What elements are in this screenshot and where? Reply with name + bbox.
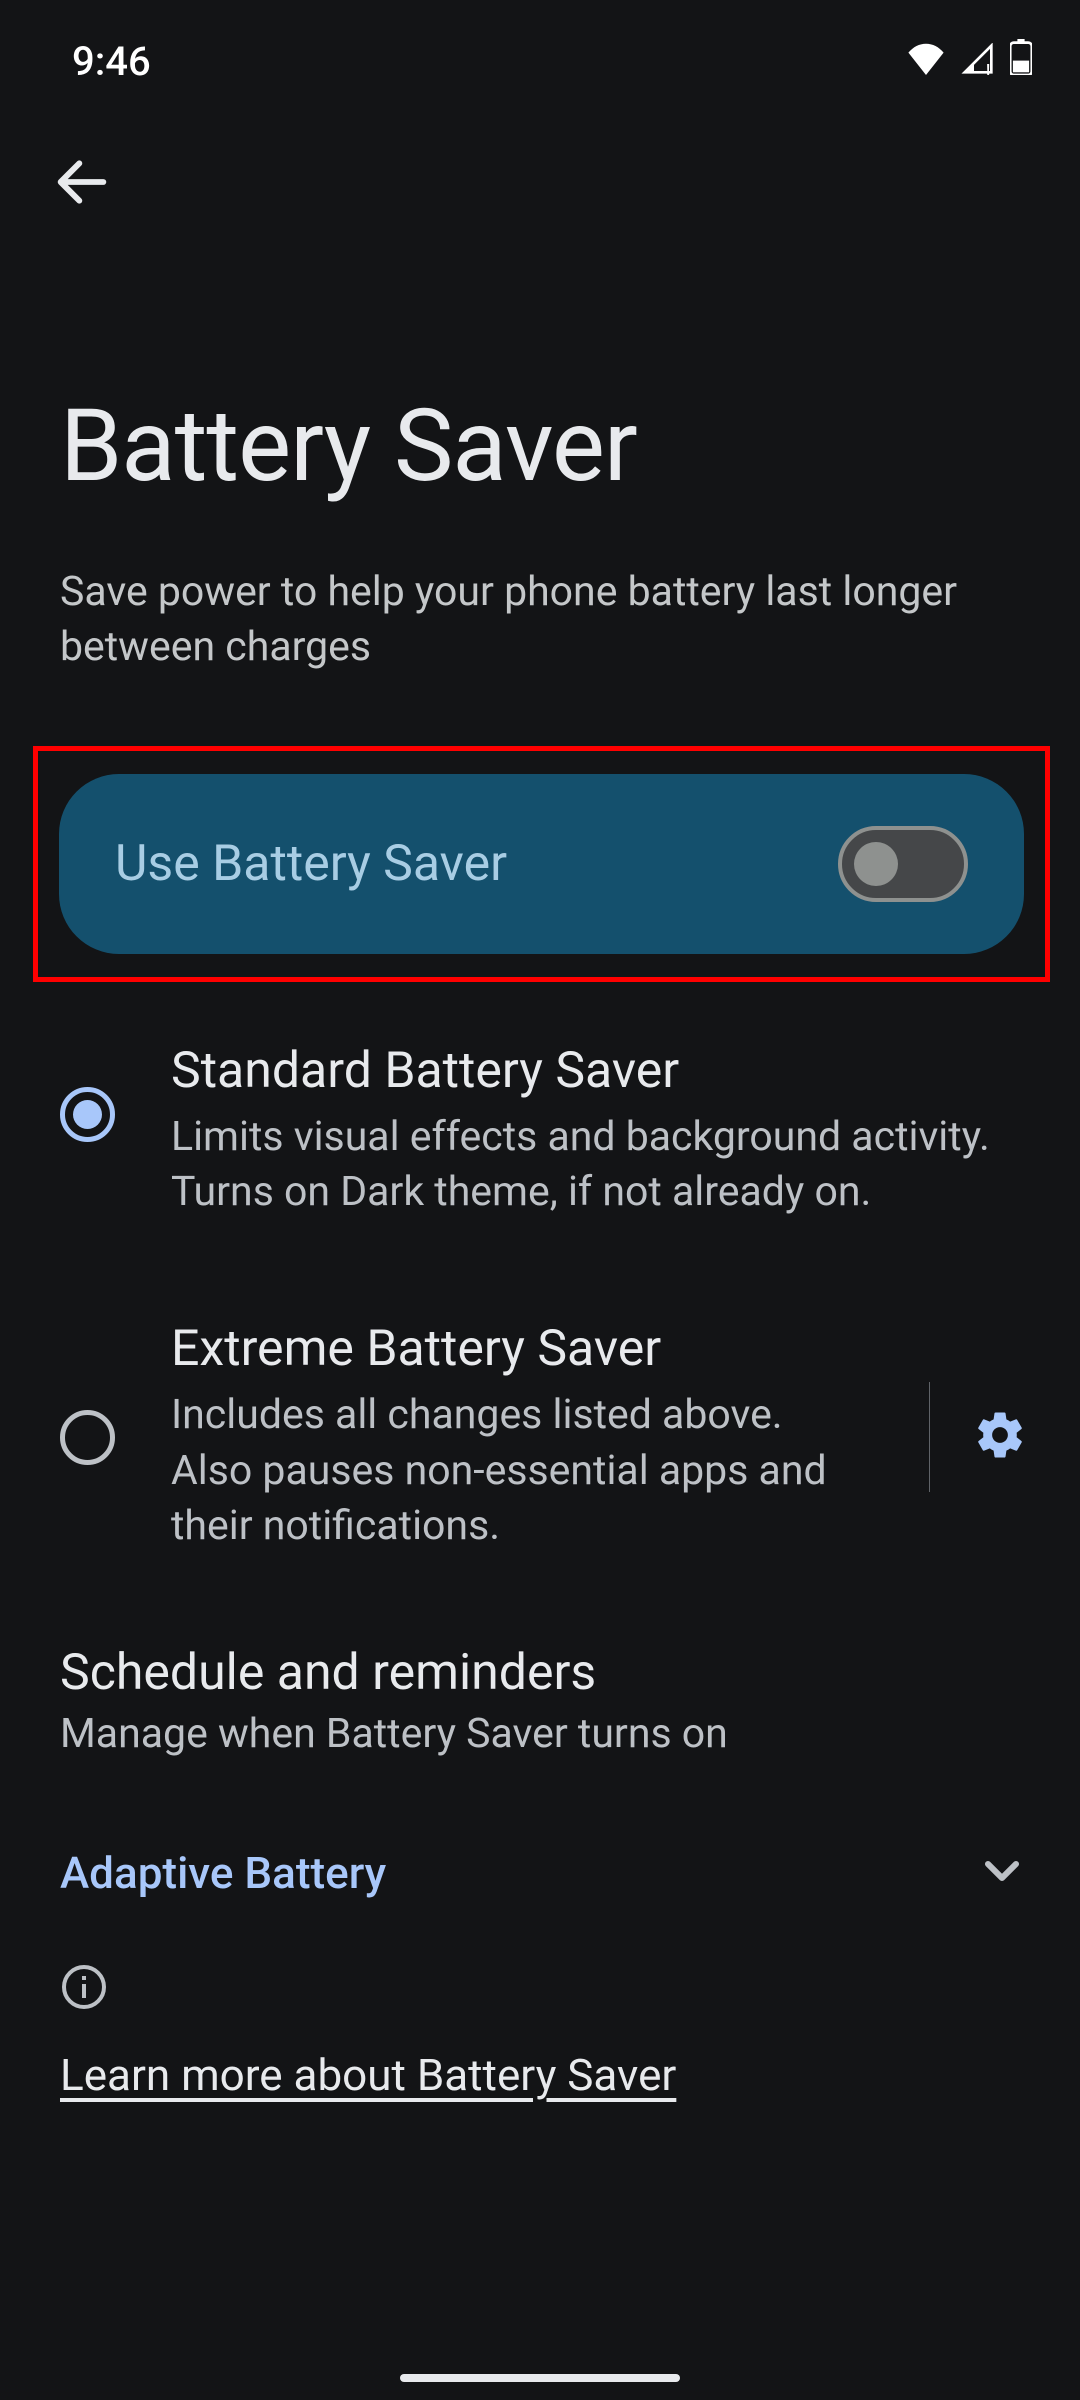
status-bar: 9:46 !	[0, 0, 1080, 100]
battery-icon	[1010, 38, 1032, 85]
info-section: Learn more about Battery Saver	[0, 1903, 1080, 2101]
nav-handle[interactable]	[400, 2374, 680, 2382]
status-icons: !	[906, 38, 1032, 85]
schedule-desc: Manage when Battery Saver turns on	[60, 1710, 1020, 1758]
chevron-down-icon	[974, 1843, 1030, 1903]
use-battery-saver-label: Use Battery Saver	[115, 835, 507, 893]
use-battery-saver-switch[interactable]	[838, 826, 968, 902]
info-icon	[60, 1963, 108, 2011]
wifi-icon	[906, 38, 946, 85]
back-icon[interactable]	[50, 199, 114, 218]
option-standard-row[interactable]: Standard Battery Saver Limits visual eff…	[0, 982, 1080, 1221]
gear-icon	[973, 1408, 1027, 1466]
page-title: Battery Saver	[0, 218, 1080, 505]
use-battery-saver-row[interactable]: Use Battery Saver	[59, 774, 1024, 954]
app-bar	[0, 100, 1080, 218]
option-extreme-desc: Includes all changes listed above. Also …	[171, 1388, 853, 1554]
option-extreme-title: Extreme Battery Saver	[171, 1320, 853, 1378]
learn-more-link[interactable]: Learn more about Battery Saver	[60, 2049, 676, 2101]
option-standard-text: Standard Battery Saver Limits visual eff…	[171, 1042, 1030, 1221]
option-extreme-row[interactable]: Extreme Battery Saver Includes all chang…	[0, 1220, 1080, 1554]
svg-text:!: !	[986, 60, 990, 75]
option-standard-title: Standard Battery Saver	[171, 1042, 1030, 1100]
page-subtitle: Save power to help your phone battery la…	[0, 505, 1080, 676]
adaptive-battery-label: Adaptive Battery	[60, 1847, 386, 1899]
adaptive-battery-row[interactable]: Adaptive Battery	[0, 1758, 1080, 1903]
schedule-title: Schedule and reminders	[60, 1644, 1020, 1702]
status-time: 9:46	[72, 38, 151, 85]
switch-thumb	[854, 842, 898, 886]
extreme-settings-button[interactable]	[970, 1407, 1030, 1467]
radio-extreme[interactable]	[60, 1410, 115, 1465]
schedule-row[interactable]: Schedule and reminders Manage when Batte…	[0, 1554, 1080, 1758]
option-standard-desc: Limits visual effects and background act…	[171, 1110, 1030, 1221]
option-extreme-side	[929, 1382, 1030, 1492]
highlight-annotation: Use Battery Saver	[33, 746, 1050, 982]
radio-standard[interactable]	[60, 1087, 115, 1142]
signal-icon: !	[960, 38, 996, 85]
option-extreme-text: Extreme Battery Saver Includes all chang…	[171, 1320, 853, 1554]
